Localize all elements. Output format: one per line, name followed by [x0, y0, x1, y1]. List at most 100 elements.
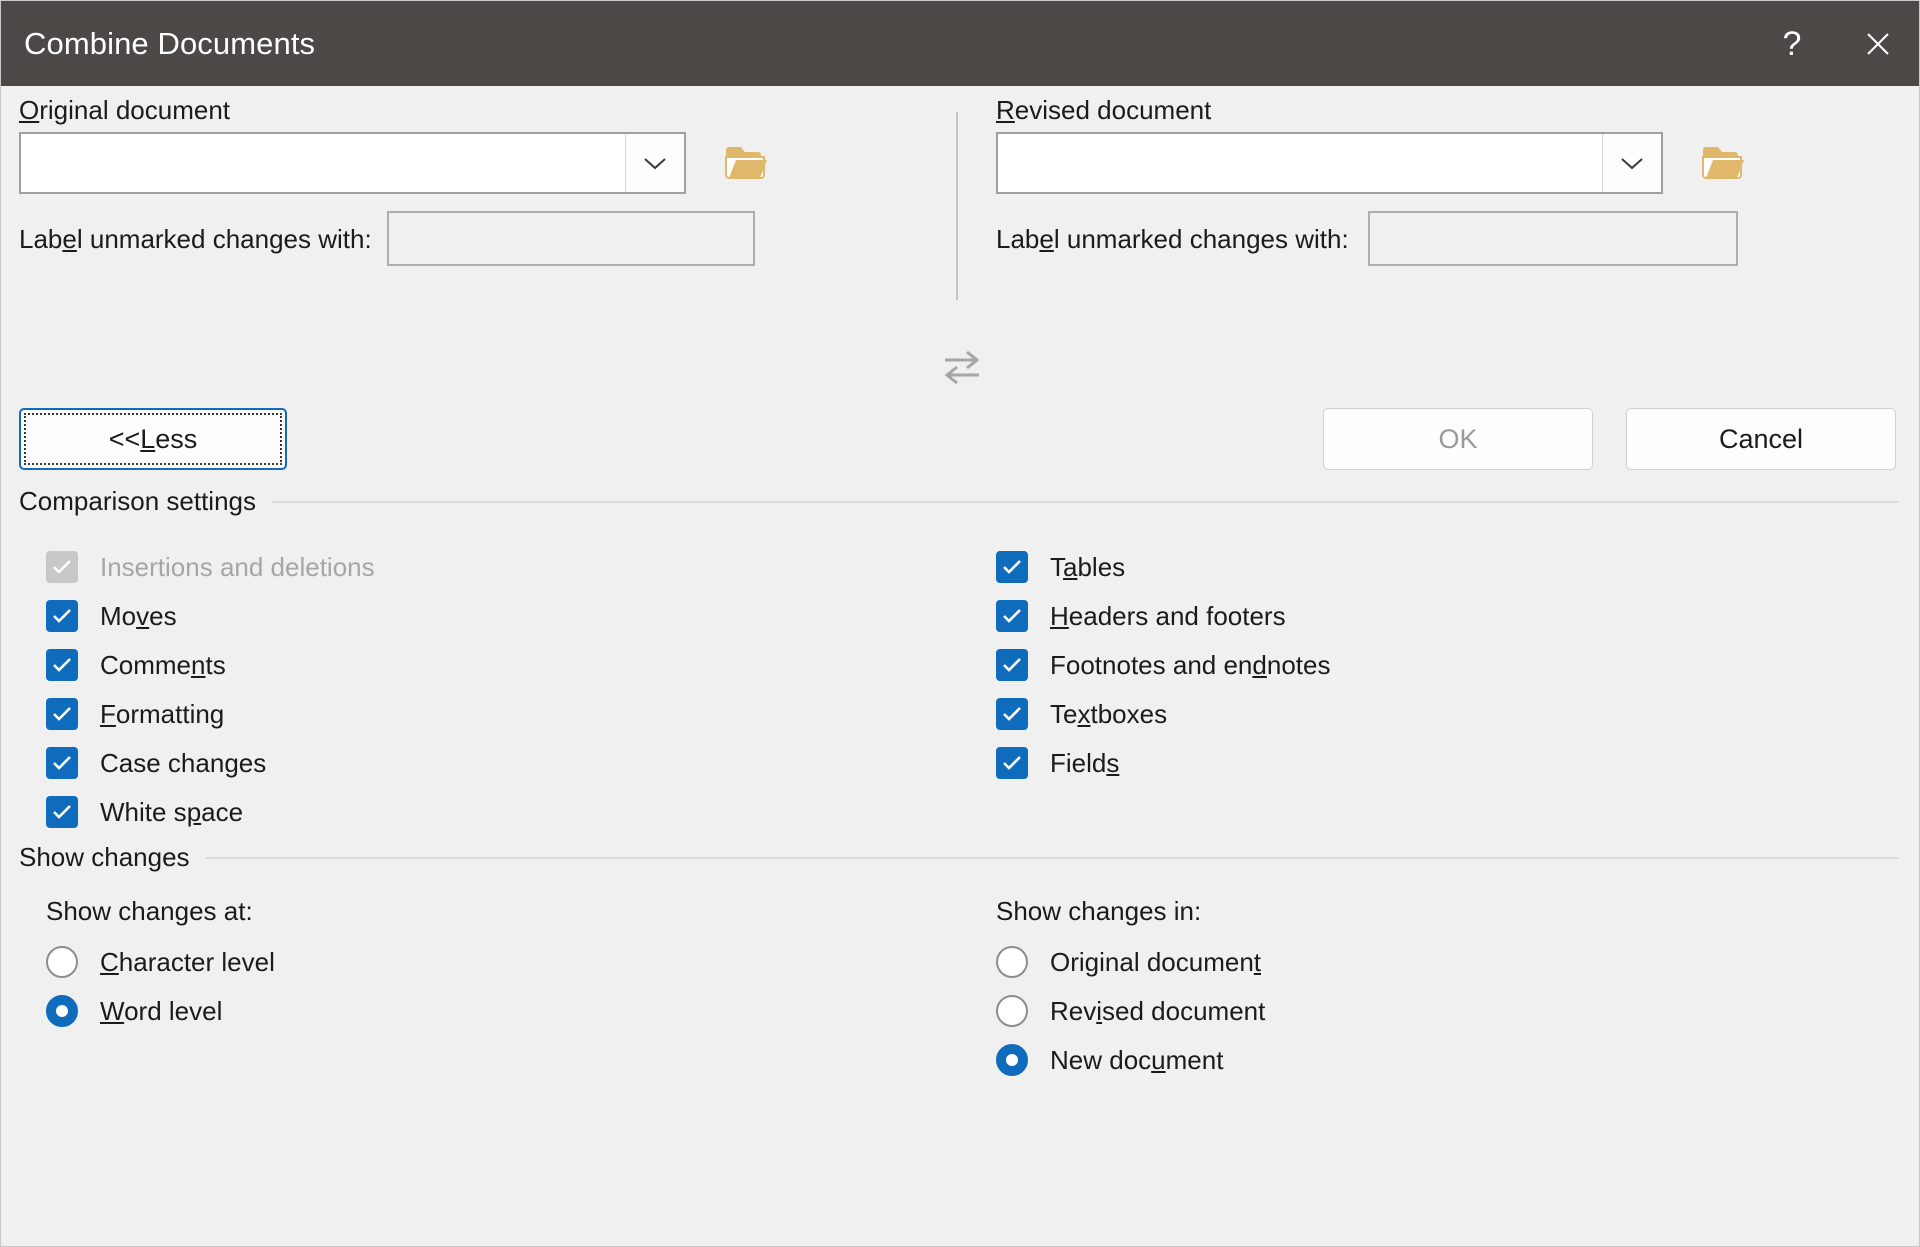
checkmark-icon — [52, 657, 72, 673]
show-changes-title: Show changes — [19, 842, 206, 873]
radio-box — [996, 946, 1028, 978]
radio-label: Original document — [1050, 947, 1261, 978]
checkbox-label-accel: d — [1252, 650, 1266, 680]
checkbox-box — [46, 796, 78, 828]
original-document-input[interactable] — [21, 134, 625, 192]
show-changes-at-label: Show changes at: — [46, 896, 253, 927]
checkbox-comments[interactable]: Comments — [46, 644, 226, 686]
checkmark-icon — [1002, 657, 1022, 673]
checkbox-textboxes[interactable]: Textboxes — [996, 693, 1167, 735]
checkbox-box — [996, 600, 1028, 632]
comparison-settings-title: Comparison settings — [19, 486, 272, 517]
checkbox-label-prefix: Mo — [100, 601, 136, 631]
checkbox-label-prefix: Te — [1050, 699, 1077, 729]
checkbox-case-changes[interactable]: Case changes — [46, 742, 266, 784]
original-document-combobox[interactable] — [19, 132, 686, 194]
checkbox-moves[interactable]: Moves — [46, 595, 177, 637]
radio-label-suffix: ment — [1166, 1045, 1224, 1075]
checkbox-label: White space — [100, 797, 243, 828]
checkbox-box — [996, 551, 1028, 583]
checkbox-fields[interactable]: Fields — [996, 742, 1119, 784]
revised-document-dropdown-button[interactable] — [1602, 134, 1661, 192]
original-document-dropdown-button[interactable] — [625, 134, 684, 192]
radio-character-level[interactable]: Character level — [46, 941, 275, 983]
checkmark-icon — [1002, 608, 1022, 624]
original-unmarked-label-accel: e — [62, 224, 76, 254]
checkbox-label-suffix: tboxes — [1090, 699, 1167, 729]
checkbox-label: Textboxes — [1050, 699, 1167, 730]
checkbox-label: Insertions and deletions — [100, 552, 375, 583]
checkbox-label-accel: g — [224, 748, 238, 778]
checkmark-icon — [1002, 755, 1022, 771]
radio-label-suffix: ord level — [124, 996, 222, 1026]
checkmark-icon — [52, 608, 72, 624]
checkbox-box — [46, 600, 78, 632]
revised-document-label-accel: R — [996, 95, 1015, 125]
radio-label-accel: W — [100, 996, 124, 1026]
panel-divider — [956, 112, 958, 300]
revised-document-label-text: evised document — [1015, 95, 1212, 125]
original-unmarked-label: Label unmarked changes with: — [19, 224, 372, 255]
show-changes-rule — [206, 857, 1899, 859]
combine-documents-dialog: Combine Documents ? Original document — [0, 0, 1920, 1247]
less-button-prefix: << — [109, 424, 141, 455]
revised-unmarked-label: Label unmarked changes with: — [996, 224, 1349, 255]
checkbox-label-accel: a — [1063, 552, 1077, 582]
radio-new-document[interactable]: New document — [996, 1039, 1223, 1081]
swap-arrows-icon — [939, 344, 985, 388]
titlebar: Combine Documents ? — [1, 1, 1920, 86]
checkbox-box — [996, 698, 1028, 730]
checkbox-label-prefix: Footnotes and en — [1050, 650, 1252, 680]
revised-unmarked-input[interactable] — [1368, 211, 1738, 266]
checkbox-formatting[interactable]: Formatting — [46, 693, 224, 735]
help-button[interactable]: ? — [1749, 1, 1835, 86]
ok-button[interactable]: OK — [1323, 408, 1593, 470]
original-document-label: Original document — [19, 95, 230, 126]
revised-unmarked-label-suffix: l unmarked changes with: — [1054, 224, 1349, 254]
revised-document-input[interactable] — [998, 134, 1602, 192]
checkbox-tables[interactable]: Tables — [996, 546, 1125, 588]
checkbox-footnotes-and-endnotes[interactable]: Footnotes and endnotes — [996, 644, 1330, 686]
checkbox-label-accel: x — [1077, 699, 1090, 729]
checkbox-label: Case changes — [100, 748, 266, 779]
dialog-body: Original document Label unmarked changes… — [1, 86, 1920, 1247]
open-folder-icon — [1700, 142, 1748, 184]
revised-document-combobox[interactable] — [996, 132, 1663, 194]
original-document-browse-button[interactable] — [719, 138, 775, 188]
checkbox-label: Tables — [1050, 552, 1125, 583]
close-button[interactable] — [1835, 1, 1920, 86]
checkbox-label: Footnotes and endnotes — [1050, 650, 1330, 681]
comparison-settings-rule — [272, 501, 1899, 503]
radio-box — [996, 1044, 1028, 1076]
less-button-accel: L — [140, 424, 155, 455]
radio-box — [46, 946, 78, 978]
titlebar-buttons: ? — [1749, 1, 1920, 86]
less-button[interactable]: << Less — [19, 408, 287, 470]
close-icon — [1863, 29, 1893, 59]
radio-box — [46, 995, 78, 1027]
comparison-settings-header: Comparison settings — [19, 486, 1899, 517]
radio-dot — [1006, 1054, 1018, 1066]
checkbox-label-suffix: es — [239, 748, 266, 778]
radio-box — [996, 995, 1028, 1027]
checkbox-label-suffix: ormatting — [116, 699, 224, 729]
checkbox-label: Comments — [100, 650, 226, 681]
checkbox-headers-and-footers[interactable]: Headers and footers — [996, 595, 1286, 637]
radio-label: New document — [1050, 1045, 1223, 1076]
revised-document-browse-button[interactable] — [1696, 138, 1752, 188]
radio-dot — [56, 1005, 68, 1017]
checkbox-label-suffix: bles — [1077, 552, 1125, 582]
radio-word-level[interactable]: Word level — [46, 990, 222, 1032]
swap-documents-button[interactable] — [939, 344, 985, 388]
cancel-button[interactable]: Cancel — [1626, 408, 1896, 470]
original-unmarked-input[interactable] — [387, 211, 755, 266]
checkbox-label-suffix: notes — [1267, 650, 1331, 680]
radio-original-document[interactable]: Original document — [996, 941, 1261, 983]
radio-revised-document[interactable]: Revised document — [996, 990, 1265, 1032]
checkbox-box — [996, 747, 1028, 779]
radio-label-prefix: Original documen — [1050, 947, 1254, 977]
checkbox-label-suffix: ts — [205, 650, 225, 680]
chevron-down-icon — [1619, 155, 1645, 171]
checkbox-white-space[interactable]: White space — [46, 791, 243, 833]
checkbox-label: Fields — [1050, 748, 1119, 779]
